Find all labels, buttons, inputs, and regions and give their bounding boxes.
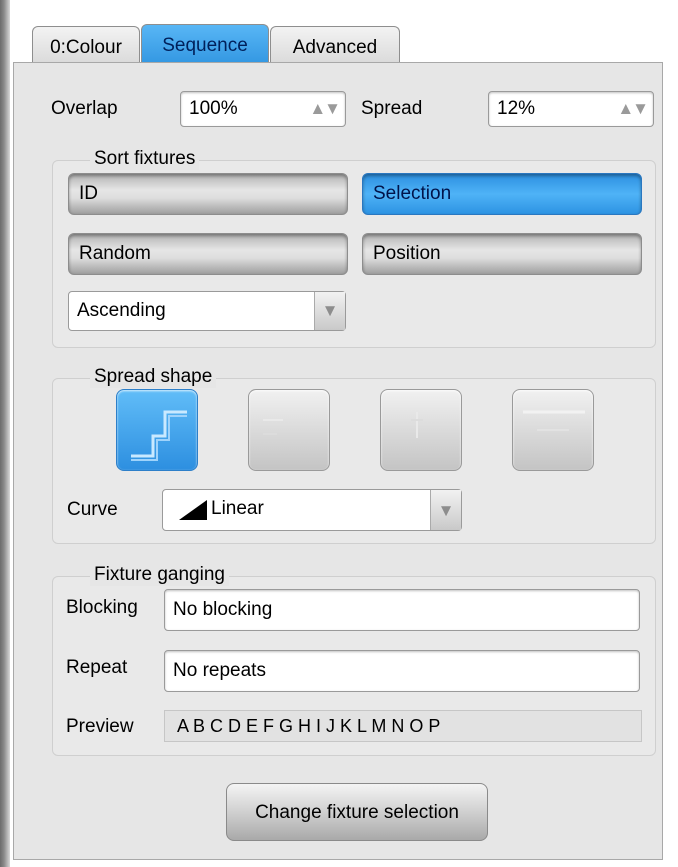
overlap-value: 100% (189, 98, 238, 119)
center-line-shape-icon (411, 412, 423, 438)
repeat-label: Repeat (66, 657, 128, 678)
sort-id-button[interactable]: ID (68, 173, 348, 215)
sort-random-button[interactable]: Random (68, 233, 348, 275)
blocking-field[interactable]: No blocking (164, 589, 640, 631)
repeat-field[interactable]: No repeats (164, 650, 640, 692)
curve-value: Linear (211, 498, 264, 519)
overlap-spinner-icon[interactable]: ▲▼ (309, 99, 341, 119)
spread-value: 12% (497, 98, 536, 119)
spread-label: Spread (361, 98, 423, 119)
curve-label: Curve (67, 499, 118, 520)
overlap-input[interactable]: 100% ▲▼ (180, 91, 346, 127)
curve-select[interactable]: Linear ▼ (162, 489, 462, 531)
sort-order-value: Ascending (77, 300, 166, 321)
chevron-down-icon[interactable]: ▼ (314, 292, 345, 330)
spread-shape-title: Spread shape (90, 366, 217, 388)
preview-label: Preview (66, 716, 134, 737)
left-line-shape-icon (263, 419, 283, 435)
preview-display: A B C D E F G H I J K L M N O P (164, 710, 642, 742)
wide-line-shape-icon (523, 410, 585, 431)
overlap-label: Overlap (51, 98, 118, 119)
chevron-down-icon[interactable]: ▼ (430, 490, 461, 530)
spread-spinner-icon[interactable]: ▲▼ (617, 99, 649, 119)
sort-position-button[interactable]: Position (362, 233, 642, 275)
fixture-ganging-title: Fixture ganging (90, 564, 229, 586)
spread-input[interactable]: 12% ▲▼ (488, 91, 654, 127)
step-shape-button[interactable] (116, 389, 198, 471)
step-shape-icon (131, 410, 187, 461)
left-line-shape-button[interactable] (248, 389, 330, 471)
center-line-shape-button[interactable] (380, 389, 462, 471)
sort-fixtures-title: Sort fixtures (90, 148, 200, 170)
wide-line-shape-button[interactable] (512, 389, 594, 471)
sort-selection-button[interactable]: Selection (362, 173, 642, 215)
change-fixture-selection-button[interactable]: Change fixture selection (226, 783, 488, 841)
linear-ramp-icon (179, 500, 207, 520)
window-edge (0, 0, 10, 867)
sort-order-select[interactable]: Ascending ▼ (68, 291, 346, 331)
blocking-label: Blocking (66, 597, 138, 618)
